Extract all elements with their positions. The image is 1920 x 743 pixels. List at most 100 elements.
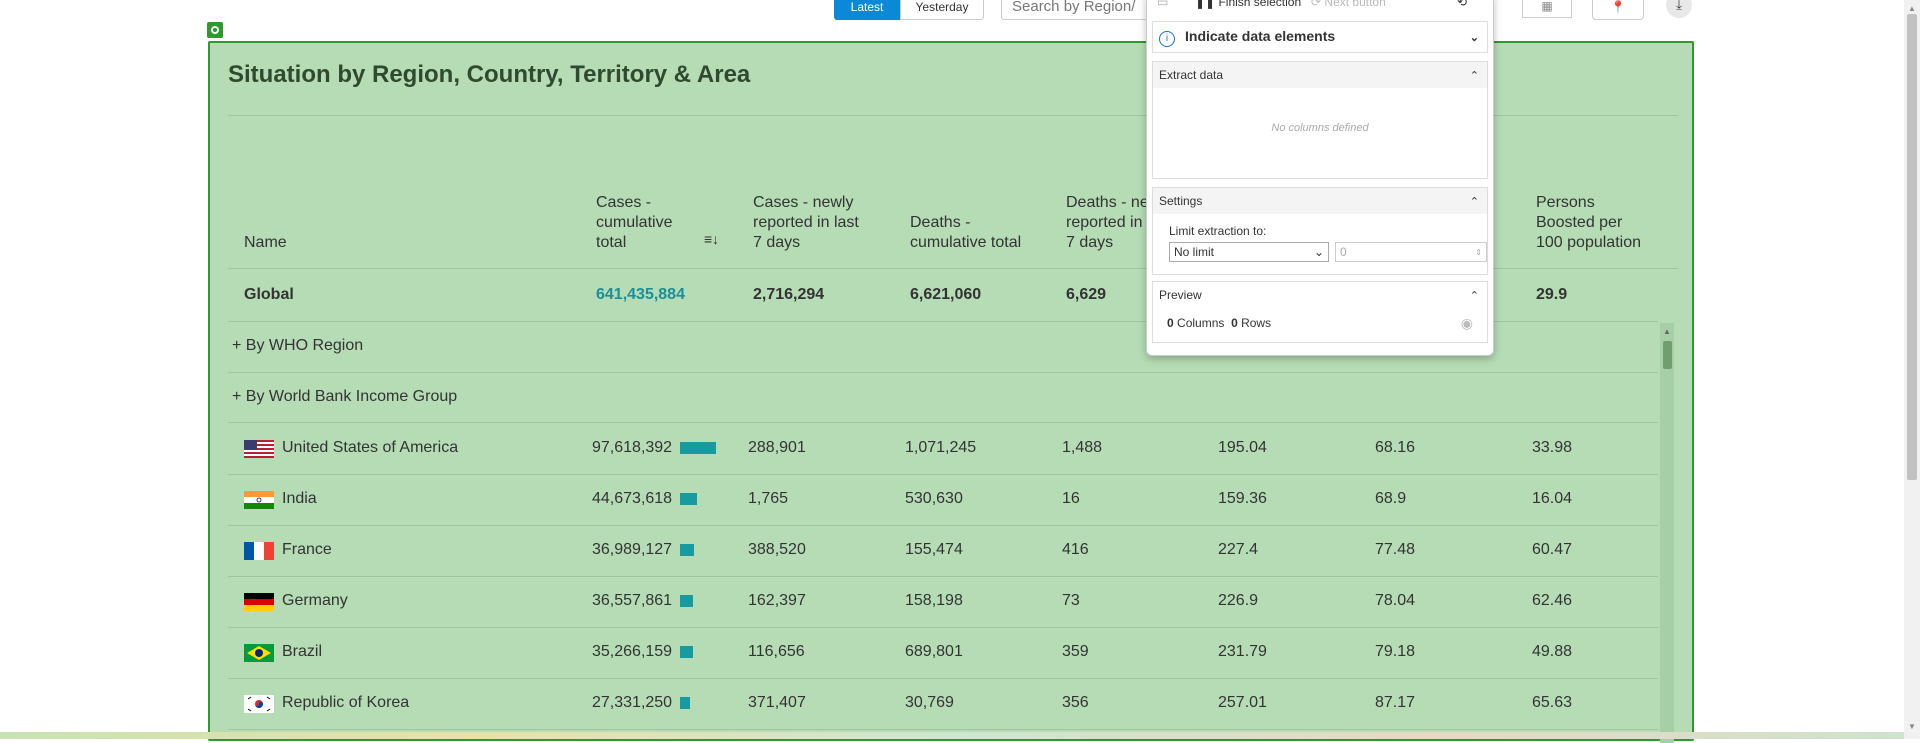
- table-scrollbar[interactable]: [1660, 323, 1674, 743]
- table-row[interactable]: United States of America 97,618,392 288,90…: [210, 424, 1658, 475]
- global-cases-total[interactable]: 641,435,884: [596, 286, 685, 304]
- header-deaths-new[interactable]: Deaths - ne reported in 7 days: [1066, 193, 1149, 253]
- cases-bar: [680, 595, 693, 607]
- deaths-new-cell: 1,488: [1062, 439, 1103, 456]
- header-name[interactable]: Name: [244, 233, 287, 253]
- finish-selection-button[interactable]: ❚❚ Finish selection: [1195, 0, 1301, 9]
- country-name[interactable]: France: [282, 541, 332, 559]
- eye-icon[interactable]: ◉: [1461, 315, 1473, 332]
- boosted-cell: 62.46: [1532, 592, 1573, 609]
- cases-new-cell: 371,407: [748, 694, 806, 711]
- selection-target-icon[interactable]: [207, 22, 223, 38]
- sort-icon[interactable]: ≡↓: [704, 231, 719, 247]
- header-cases-total[interactable]: Cases - cumulative total: [596, 193, 672, 253]
- yesterday-toggle[interactable]: Yesterday: [900, 0, 984, 20]
- limit-select[interactable]: No limit ⌄: [1169, 242, 1329, 262]
- boosted-cell: 49.88: [1532, 643, 1573, 660]
- table-scroll-thumb[interactable]: [1663, 341, 1672, 369]
- flag-france-icon: [244, 542, 274, 560]
- deaths-total-cell: 689,801: [905, 643, 963, 660]
- chevron-up-icon[interactable]: ⌃: [1470, 69, 1479, 82]
- grid-view-tab[interactable]: ▦: [1522, 0, 1572, 18]
- cases-total-cell: 35,266,159: [592, 643, 673, 660]
- country-name[interactable]: Republic of Korea: [282, 694, 409, 712]
- table-row[interactable]: Republic of Korea 27,331,250 371,407 30,769…: [210, 679, 1658, 730]
- bottom-strip: [0, 732, 1904, 739]
- chevron-down-icon[interactable]: ⌄: [1470, 31, 1479, 44]
- preview-counts: 0 Columns 0 Rows: [1167, 316, 1272, 330]
- limit-label: Limit extraction to:: [1169, 224, 1267, 238]
- country-name[interactable]: India: [282, 490, 317, 508]
- table-row[interactable]: Brazil 35,266,159 116,656 689,801 359 231.79 7…: [210, 628, 1658, 679]
- cases-bar: [680, 697, 690, 709]
- global-name: Global: [244, 286, 294, 303]
- cases-total-cell: 27,331,250: [592, 694, 673, 711]
- preview-section: Preview ⌃ 0 Columns 0 Rows ◉: [1152, 281, 1488, 343]
- scroll-up-icon[interactable]: ▲: [1908, 4, 1916, 13]
- cases-bar: [680, 544, 694, 556]
- chevron-up-icon[interactable]: ⌃: [1470, 195, 1479, 208]
- cases-total-cell: 97,618,392: [592, 439, 673, 456]
- deaths-total-cell: 158,198: [905, 592, 963, 609]
- cases-total-cell: 36,989,127: [592, 541, 673, 558]
- col6-cell: 195.04: [1218, 439, 1267, 456]
- download-button[interactable]: ⤓: [1664, 0, 1694, 18]
- flag-germany-icon: [244, 593, 274, 611]
- global-boosted: 29.9: [1536, 286, 1568, 303]
- country-name[interactable]: United States of America: [282, 439, 458, 457]
- header-boosted[interactable]: Persons Boosted per 100 population: [1536, 193, 1641, 253]
- cases-total-cell: 36,557,861: [592, 592, 673, 609]
- deaths-new-cell: 359: [1062, 643, 1089, 660]
- extraction-popup[interactable]: ▭ ❚❚ Finish selection ⟳ Next button ⟲ iI…: [1146, 0, 1494, 356]
- country-name[interactable]: Brazil: [282, 643, 322, 661]
- col7-cell: 68.9: [1375, 490, 1407, 507]
- latest-toggle[interactable]: Latest: [834, 0, 900, 20]
- chevron-down-icon: ⌄: [1313, 245, 1324, 259]
- cases-new-cell: 388,520: [748, 541, 806, 558]
- pin-icon: 📍: [1610, 0, 1626, 14]
- grid-icon: ▦: [1541, 0, 1553, 13]
- global-cases-new: 2,716,294: [753, 286, 825, 303]
- flag-usa-icon: [244, 440, 274, 458]
- header-cases-new[interactable]: Cases - newly reported in last 7 days: [753, 193, 859, 253]
- header-deaths-total[interactable]: Deaths - cumulative total: [910, 213, 1021, 253]
- row-divider: [228, 372, 1658, 373]
- col7-cell: 87.17: [1375, 694, 1416, 711]
- table-row[interactable]: France 36,989,127 388,520 155,474 416 227.4 77…: [210, 526, 1658, 577]
- panel-title: Situation by Region, Country, Territory …: [228, 61, 751, 88]
- flag-india-icon: [244, 491, 274, 509]
- cases-bar: [680, 442, 716, 454]
- deaths-new-cell: 16: [1062, 490, 1080, 507]
- flag-korea-icon: [244, 695, 274, 713]
- boosted-cell: 60.47: [1532, 541, 1573, 558]
- scroll-up-icon[interactable]: ▲: [1663, 327, 1671, 336]
- save-icon[interactable]: ▭: [1157, 0, 1168, 9]
- col7-cell: 79.18: [1375, 643, 1416, 660]
- refresh-icon[interactable]: ⟲: [1457, 0, 1467, 9]
- indicate-section[interactable]: i Indicate data elements ⌄: [1152, 21, 1488, 53]
- next-button[interactable]: ⟳ Next button: [1311, 0, 1386, 9]
- col7-cell: 68.16: [1375, 439, 1416, 456]
- pin-button[interactable]: 📍: [1592, 0, 1644, 20]
- boosted-cell: 65.63: [1532, 694, 1573, 711]
- deaths-total-cell: 155,474: [905, 541, 963, 558]
- page-scrollbar[interactable]: ▲ ▼: [1904, 0, 1920, 739]
- stepper-icon[interactable]: ⇕: [1475, 248, 1482, 257]
- col7-cell: 78.04: [1375, 592, 1416, 609]
- page-scroll-thumb[interactable]: [1907, 14, 1917, 480]
- no-columns-text: No columns defined: [1271, 122, 1369, 134]
- country-name[interactable]: Germany: [282, 592, 348, 610]
- limit-number-input[interactable]: 0 ⇕: [1335, 242, 1487, 262]
- group-who-region[interactable]: + By WHO Region: [232, 337, 363, 355]
- popup-toolbar: ▭ ❚❚ Finish selection ⟳ Next button ⟲: [1147, 0, 1493, 17]
- table-row[interactable]: India 44,673,618 1,765 530,630 16 159.36 68.9 1…: [210, 475, 1658, 526]
- cases-bar: [680, 493, 697, 505]
- flag-brazil-icon: [244, 644, 274, 662]
- group-world-bank[interactable]: + By World Bank Income Group: [232, 388, 457, 406]
- deaths-new-cell: 416: [1062, 541, 1089, 558]
- chevron-up-icon[interactable]: ⌃: [1470, 289, 1479, 302]
- scroll-down-icon[interactable]: ▼: [1908, 722, 1916, 731]
- deaths-new-cell: 73: [1062, 592, 1080, 609]
- table-row[interactable]: Germany 36,557,861 162,397 158,198 73 226.9 78…: [210, 577, 1658, 628]
- cases-new-cell: 162,397: [748, 592, 806, 609]
